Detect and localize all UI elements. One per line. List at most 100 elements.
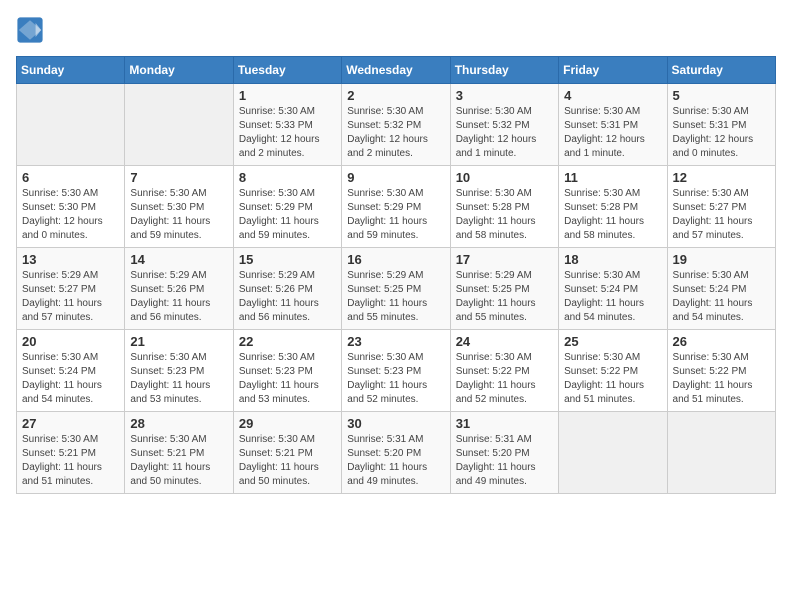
weekday-header: Monday — [125, 57, 233, 84]
day-number: 19 — [673, 252, 770, 267]
calendar-week-row: 13 Sunrise: 5:29 AMSunset: 5:27 PMDayligh… — [17, 248, 776, 330]
day-number: 5 — [673, 88, 770, 103]
day-info: Sunrise: 5:31 AMSunset: 5:20 PMDaylight:… — [347, 433, 444, 489]
calendar-cell: 11Sunrise: 5:30 AMSunset: 5:28 PMDayligh… — [559, 166, 667, 248]
day-number: 17 — [456, 252, 553, 267]
day-number: 4 — [564, 88, 661, 103]
weekday-header: Sunday — [17, 57, 125, 84]
logo-icon — [16, 16, 44, 44]
weekday-header: Friday — [559, 57, 667, 84]
day-number: 16 — [347, 252, 444, 267]
day-number: 9 — [347, 170, 444, 185]
day-info: Sunrise: 5:30 AMSunset: 5:22 PMDaylight:… — [456, 351, 553, 407]
day-number: 15 — [239, 252, 336, 267]
day-number: 3 — [456, 88, 553, 103]
day-info: Sunrise: 5:30 AMSunset: 5:33 PMDaylight:… — [239, 105, 336, 161]
day-info: Sunrise: 5:30 AMSunset: 5:27 PMDaylight:… — [673, 187, 770, 243]
day-number: 27 — [22, 416, 119, 431]
day-number: 31 — [456, 416, 553, 431]
day-number: 29 — [239, 416, 336, 431]
day-info: Sunrise: 5:30 AMSunset: 5:29 PMDaylight:… — [347, 187, 444, 243]
calendar-cell: 2Sunrise: 5:30 AMSunset: 5:32 PMDaylight… — [342, 84, 450, 166]
calendar-table: SundayMondayTuesdayWednesdayThursdayFrid… — [16, 56, 776, 494]
calendar-cell: 10Sunrise: 5:30 AMSunset: 5:28 PMDayligh… — [450, 166, 558, 248]
calendar-cell: 5Sunrise: 5:30 AMSunset: 5:31 PMDaylight… — [667, 84, 775, 166]
day-number: 12 — [673, 170, 770, 185]
calendar-week-row: 27 Sunrise: 5:30 AMSunset: 5:21 PMDayligh… — [17, 412, 776, 494]
calendar-cell — [559, 412, 667, 494]
day-info: Sunrise: 5:29 AMSunset: 5:26 PMDaylight:… — [239, 269, 336, 325]
day-number: 18 — [564, 252, 661, 267]
day-info: Sunrise: 5:30 AMSunset: 5:21 PMDaylight:… — [239, 433, 336, 489]
calendar-cell: 17 Sunrise: 5:29 AMSunset: 5:25 PMDayligh… — [450, 248, 558, 330]
calendar-cell: 7 Sunrise: 5:30 AMSunset: 5:30 PMDaylight… — [125, 166, 233, 248]
weekday-header: Thursday — [450, 57, 558, 84]
calendar-cell: 6 Sunrise: 5:30 AMSunset: 5:30 PMDaylight… — [17, 166, 125, 248]
day-number: 23 — [347, 334, 444, 349]
calendar-cell — [17, 84, 125, 166]
day-info: Sunrise: 5:30 AMSunset: 5:30 PMDaylight:… — [22, 187, 119, 243]
calendar-cell: 31 Sunrise: 5:31 AMSunset: 5:20 PMDayligh… — [450, 412, 558, 494]
calendar-cell: 14 Sunrise: 5:29 AMSunset: 5:26 PMDayligh… — [125, 248, 233, 330]
day-info: Sunrise: 5:29 AMSunset: 5:27 PMDaylight:… — [22, 269, 119, 325]
day-info: Sunrise: 5:30 AMSunset: 5:30 PMDaylight:… — [130, 187, 227, 243]
day-info: Sunrise: 5:31 AMSunset: 5:20 PMDaylight:… — [456, 433, 553, 489]
day-info: Sunrise: 5:29 AMSunset: 5:26 PMDaylight:… — [130, 269, 227, 325]
day-info: Sunrise: 5:30 AMSunset: 5:21 PMDaylight:… — [130, 433, 227, 489]
day-info: Sunrise: 5:29 AMSunset: 5:25 PMDaylight:… — [456, 269, 553, 325]
calendar-cell: 23 Sunrise: 5:30 AMSunset: 5:23 PMDayligh… — [342, 330, 450, 412]
calendar-cell: 25 Sunrise: 5:30 AMSunset: 5:22 PMDayligh… — [559, 330, 667, 412]
calendar-cell: 18Sunrise: 5:30 AMSunset: 5:24 PMDayligh… — [559, 248, 667, 330]
calendar-cell: 15 Sunrise: 5:29 AMSunset: 5:26 PMDayligh… — [233, 248, 341, 330]
day-number: 13 — [22, 252, 119, 267]
calendar-cell: 29 Sunrise: 5:30 AMSunset: 5:21 PMDayligh… — [233, 412, 341, 494]
day-number: 30 — [347, 416, 444, 431]
calendar-cell: 9 Sunrise: 5:30 AMSunset: 5:29 PMDaylight… — [342, 166, 450, 248]
calendar-cell: 24 Sunrise: 5:30 AMSunset: 5:22 PMDayligh… — [450, 330, 558, 412]
day-number: 7 — [130, 170, 227, 185]
header — [16, 16, 776, 44]
day-number: 26 — [673, 334, 770, 349]
calendar-cell: 30 Sunrise: 5:31 AMSunset: 5:20 PMDayligh… — [342, 412, 450, 494]
day-info: Sunrise: 5:30 AMSunset: 5:21 PMDaylight:… — [22, 433, 119, 489]
day-info: Sunrise: 5:30 AMSunset: 5:24 PMDaylight:… — [22, 351, 119, 407]
calendar-cell: 20Sunrise: 5:30 AMSunset: 5:24 PMDayligh… — [17, 330, 125, 412]
calendar-cell: 21 Sunrise: 5:30 AMSunset: 5:23 PMDayligh… — [125, 330, 233, 412]
day-info: Sunrise: 5:30 AMSunset: 5:23 PMDaylight:… — [239, 351, 336, 407]
calendar-week-row: 6 Sunrise: 5:30 AMSunset: 5:30 PMDaylight… — [17, 166, 776, 248]
day-info: Sunrise: 5:30 AMSunset: 5:22 PMDaylight:… — [673, 351, 770, 407]
calendar-cell — [667, 412, 775, 494]
calendar-cell: 26 Sunrise: 5:30 AMSunset: 5:22 PMDayligh… — [667, 330, 775, 412]
weekday-header: Saturday — [667, 57, 775, 84]
calendar-cell: 19 Sunrise: 5:30 AMSunset: 5:24 PMDayligh… — [667, 248, 775, 330]
calendar-cell — [125, 84, 233, 166]
calendar-cell: 27 Sunrise: 5:30 AMSunset: 5:21 PMDayligh… — [17, 412, 125, 494]
day-info: Sunrise: 5:30 AMSunset: 5:32 PMDaylight:… — [347, 105, 444, 161]
day-number: 14 — [130, 252, 227, 267]
calendar-cell: 13 Sunrise: 5:29 AMSunset: 5:27 PMDayligh… — [17, 248, 125, 330]
logo — [16, 16, 48, 44]
calendar-week-row: 20Sunrise: 5:30 AMSunset: 5:24 PMDayligh… — [17, 330, 776, 412]
day-number: 21 — [130, 334, 227, 349]
day-number: 25 — [564, 334, 661, 349]
day-info: Sunrise: 5:30 AMSunset: 5:23 PMDaylight:… — [130, 351, 227, 407]
weekday-header-row: SundayMondayTuesdayWednesdayThursdayFrid… — [17, 57, 776, 84]
calendar-cell: 12 Sunrise: 5:30 AMSunset: 5:27 PMDayligh… — [667, 166, 775, 248]
calendar-cell: 22Sunrise: 5:30 AMSunset: 5:23 PMDayligh… — [233, 330, 341, 412]
day-number: 24 — [456, 334, 553, 349]
calendar-week-row: 1 Sunrise: 5:30 AMSunset: 5:33 PMDaylight… — [17, 84, 776, 166]
day-info: Sunrise: 5:29 AMSunset: 5:25 PMDaylight:… — [347, 269, 444, 325]
day-info: Sunrise: 5:30 AMSunset: 5:22 PMDaylight:… — [564, 351, 661, 407]
calendar-cell: 28Sunrise: 5:30 AMSunset: 5:21 PMDayligh… — [125, 412, 233, 494]
day-info: Sunrise: 5:30 AMSunset: 5:32 PMDaylight:… — [456, 105, 553, 161]
day-info: Sunrise: 5:30 AMSunset: 5:28 PMDaylight:… — [456, 187, 553, 243]
calendar-cell: 3 Sunrise: 5:30 AMSunset: 5:32 PMDaylight… — [450, 84, 558, 166]
day-info: Sunrise: 5:30 AMSunset: 5:31 PMDaylight:… — [564, 105, 661, 161]
day-number: 1 — [239, 88, 336, 103]
weekday-header: Tuesday — [233, 57, 341, 84]
day-number: 6 — [22, 170, 119, 185]
calendar-cell: 8Sunrise: 5:30 AMSunset: 5:29 PMDaylight… — [233, 166, 341, 248]
day-info: Sunrise: 5:30 AMSunset: 5:24 PMDaylight:… — [673, 269, 770, 325]
day-info: Sunrise: 5:30 AMSunset: 5:23 PMDaylight:… — [347, 351, 444, 407]
day-info: Sunrise: 5:30 AMSunset: 5:28 PMDaylight:… — [564, 187, 661, 243]
